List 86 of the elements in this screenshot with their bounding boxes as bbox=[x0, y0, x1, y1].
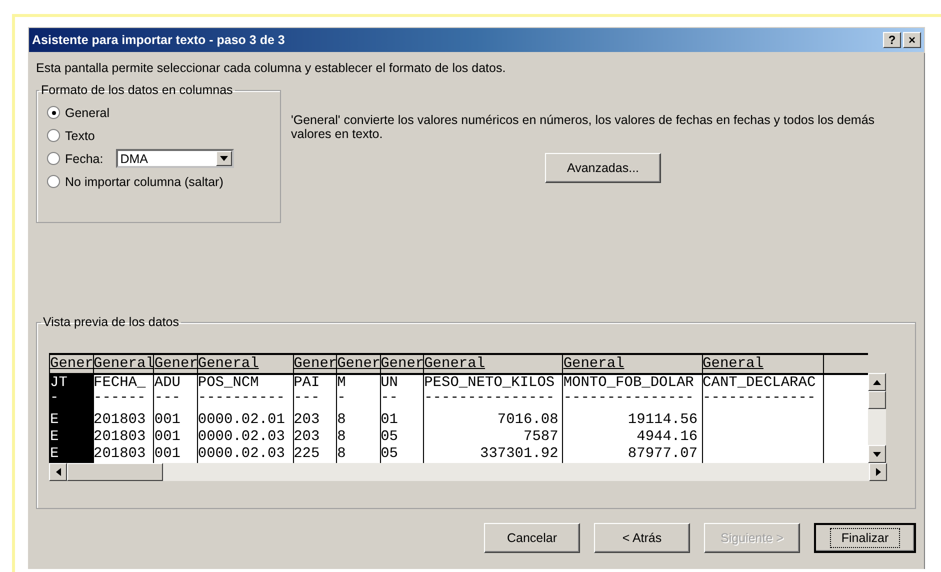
table-cell-text: 19114.56 bbox=[628, 412, 699, 429]
radio-button[interactable] bbox=[47, 106, 60, 119]
vertical-scrollbar[interactable] bbox=[868, 373, 886, 463]
radio-button[interactable] bbox=[47, 152, 60, 165]
radio-button[interactable] bbox=[47, 129, 60, 142]
column-header[interactable]: General bbox=[563, 355, 703, 373]
table-cell-text: 337301.92 bbox=[480, 446, 560, 463]
radio-label[interactable]: Texto bbox=[65, 128, 95, 142]
table-cell: 8 bbox=[337, 412, 346, 429]
advanced-button[interactable]: Avanzadas... bbox=[545, 153, 661, 183]
intro-text: Esta pantalla permite seleccionar cada columna y establecer el formato de los datos. bbox=[36, 61, 507, 75]
table-cell: CANT_DECLARAC bbox=[702, 375, 816, 392]
table-cell: FECHA_ bbox=[94, 375, 146, 392]
table-cell-text: 4944.16 bbox=[636, 429, 699, 446]
column-header[interactable]: General bbox=[198, 355, 294, 373]
table-cell: ------ bbox=[94, 392, 146, 406]
scroll-down-icon[interactable] bbox=[868, 445, 886, 463]
table-cell: PESO_NETO_KILOS bbox=[424, 375, 555, 392]
table-cell: 225 bbox=[294, 446, 320, 463]
title-bar-button[interactable]: ? bbox=[883, 32, 901, 48]
table-cell: 203 bbox=[294, 412, 320, 429]
table-cell: 0000.02.03 bbox=[198, 446, 285, 463]
table-cell: JT bbox=[50, 375, 68, 392]
column-header[interactable]: General bbox=[94, 355, 154, 373]
table-cell: E bbox=[50, 412, 59, 429]
column-header[interactable]: Gener bbox=[50, 355, 94, 373]
scroll-left-icon[interactable] bbox=[49, 463, 67, 481]
column-header[interactable]: General bbox=[424, 355, 564, 373]
table-cell: 0000.02.03 bbox=[198, 429, 285, 446]
scroll-up-icon[interactable] bbox=[868, 373, 886, 391]
column-header[interactable]: Gener bbox=[380, 355, 424, 373]
radio-label[interactable]: Fecha: bbox=[65, 152, 104, 166]
table-cell: UN bbox=[380, 375, 398, 392]
table-cell-text: 7016.08 bbox=[497, 412, 560, 429]
table-cell: ------------- bbox=[702, 392, 816, 406]
table-cell: 001 bbox=[154, 429, 181, 446]
dialog-button[interactable]: Cancelar bbox=[484, 523, 580, 553]
table-cell: 8 bbox=[337, 446, 346, 463]
table-cell-text: 87977.07 bbox=[628, 446, 699, 463]
column-header[interactable]: Gener bbox=[294, 355, 338, 373]
table-cell: --- bbox=[154, 392, 181, 406]
scroll-right-icon[interactable] bbox=[869, 463, 887, 481]
table-cell: 001 bbox=[154, 412, 181, 429]
table-cell: M bbox=[337, 375, 346, 392]
group-title: Vista previa de los datos bbox=[42, 315, 180, 329]
table-cell: 0000.02.01 bbox=[198, 412, 285, 429]
radio-label[interactable]: No importar columna (saltar) bbox=[65, 174, 224, 188]
table-column[interactable]: JT - E E E bbox=[50, 375, 94, 463]
table-cell: ADU bbox=[154, 375, 181, 392]
group-title: Formato de los datos en columnas bbox=[40, 83, 234, 97]
radio-button[interactable] bbox=[47, 175, 60, 188]
column-header[interactable]: Gener bbox=[337, 355, 381, 373]
table-cell: POS_NCM bbox=[198, 375, 259, 392]
window-title: Asistente para importar texto - paso 3 de 3 bbox=[32, 33, 285, 47]
table-cell: 05 bbox=[380, 446, 398, 463]
dialog-button[interactable]: < Atrás bbox=[594, 523, 690, 553]
table-cell-text: 7587 bbox=[524, 429, 560, 446]
table-cell: --------------- bbox=[424, 392, 555, 406]
table-cell: 01 bbox=[380, 412, 398, 429]
table-cell: ---------- bbox=[198, 392, 285, 406]
table-cell: - bbox=[337, 392, 346, 406]
table-cell: - bbox=[50, 392, 59, 406]
description-text: 'General' convierte los valores numéricos en números, los valores de fechas en fechas y todos los demás valores en texto. bbox=[291, 113, 876, 141]
table-cell: 203 bbox=[294, 429, 320, 446]
date-dropdown[interactable]: DMA bbox=[116, 149, 234, 168]
title-bar-button[interactable]: × bbox=[903, 32, 921, 48]
table-cell: 201803 bbox=[94, 446, 146, 463]
horizontal-scrollbar[interactable] bbox=[49, 463, 887, 481]
scrollbar-thumb[interactable] bbox=[868, 391, 886, 409]
table-cell: 8 bbox=[337, 429, 346, 446]
column-header[interactable]: General bbox=[702, 355, 824, 373]
table-cell: E bbox=[50, 446, 59, 463]
table-cell: MONTO_FOB_DOLAR bbox=[563, 375, 694, 392]
dialog-button[interactable]: Finalizar bbox=[814, 523, 916, 553]
table-cell: E bbox=[50, 429, 59, 446]
table-cell: 001 bbox=[154, 446, 181, 463]
column-header[interactable]: Gener bbox=[154, 355, 198, 373]
table-cell: --- bbox=[294, 392, 320, 406]
table-cell: 201803 bbox=[94, 429, 146, 446]
table-cell: -- bbox=[380, 392, 398, 406]
radio-label[interactable]: General bbox=[65, 106, 110, 120]
table-cell: --------------- bbox=[563, 392, 694, 406]
table-cell: 201803 bbox=[94, 412, 146, 429]
scrollbar-thumb[interactable] bbox=[67, 463, 163, 481]
table-cell: 05 bbox=[380, 429, 398, 446]
table-cell: PAI bbox=[294, 375, 320, 392]
